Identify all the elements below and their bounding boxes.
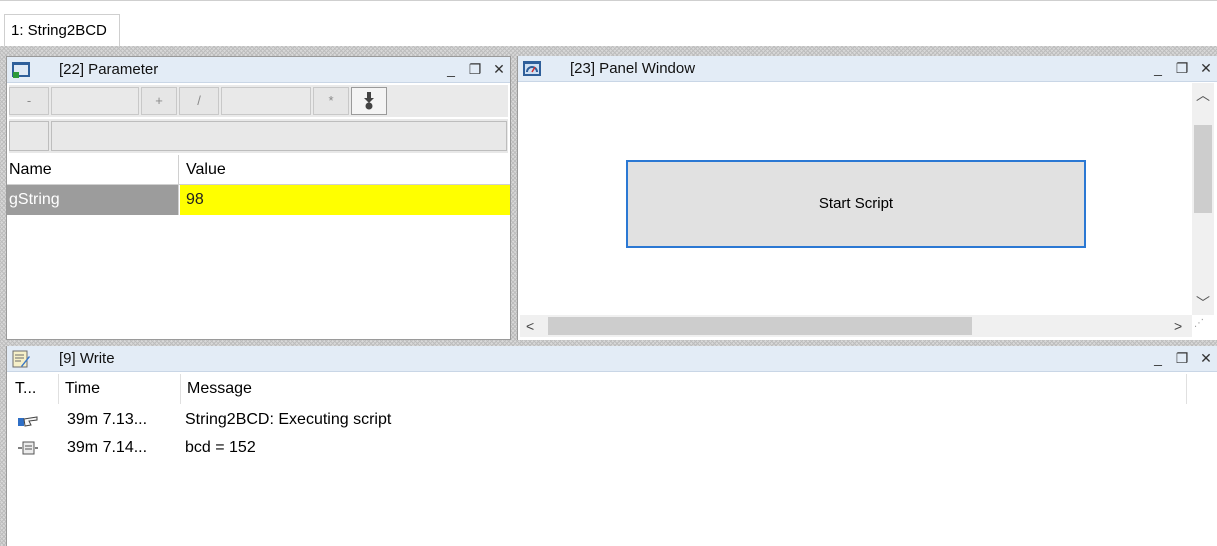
multiply-button[interactable]: * bbox=[313, 87, 349, 115]
parameter-toolbar: - + / * bbox=[9, 85, 508, 117]
start-script-button[interactable]: Start Script bbox=[626, 160, 1086, 248]
minimize-icon[interactable]: _ bbox=[444, 60, 458, 78]
document-tab-strip: 1: String2BCD bbox=[0, 0, 1217, 47]
scroll-up-icon[interactable]: ︿ bbox=[1192, 85, 1214, 105]
document-tab-string2bcd[interactable]: 1: String2BCD bbox=[4, 14, 120, 47]
name-column-header[interactable]: Name bbox=[7, 155, 179, 185]
decrement-button[interactable]: - bbox=[9, 87, 49, 115]
parameter-row[interactable]: gString 98 bbox=[7, 185, 510, 215]
download-value-button[interactable] bbox=[351, 87, 387, 115]
value-edit-field[interactable] bbox=[51, 121, 507, 151]
log-row[interactable]: 39m 7.14... bcd = 152 bbox=[9, 434, 1189, 462]
horizontal-scrollbar[interactable]: < > bbox=[520, 315, 1192, 337]
workspace: [22] Parameter _ ❐ ✕ - + / * Name Value … bbox=[0, 46, 1217, 546]
log-time: 39m 7.14... bbox=[67, 439, 148, 456]
toolbar-field-1[interactable] bbox=[51, 87, 139, 115]
log-output-icon bbox=[18, 441, 38, 455]
parameter-titlebar[interactable]: [22] Parameter _ ❐ ✕ bbox=[7, 57, 510, 83]
parameter-name-cell[interactable]: gString bbox=[7, 185, 179, 215]
scroll-right-icon[interactable]: > bbox=[1174, 315, 1182, 337]
close-icon[interactable]: ✕ bbox=[1199, 349, 1213, 367]
increment-button[interactable]: + bbox=[141, 87, 177, 115]
scroll-down-icon[interactable]: ﹀ bbox=[1192, 293, 1214, 313]
parameter-value-cell[interactable]: 98 bbox=[180, 185, 510, 215]
parameter-window: [22] Parameter _ ❐ ✕ - + / * Name Value … bbox=[6, 56, 511, 340]
close-icon[interactable]: ✕ bbox=[492, 60, 506, 78]
log-time: 39m 7.13... bbox=[67, 411, 148, 428]
vertical-scroll-thumb[interactable] bbox=[1194, 125, 1212, 213]
log-row[interactable]: 39m 7.13... String2BCD: Executing script bbox=[9, 406, 1189, 434]
edit-prefix-field[interactable] bbox=[9, 121, 49, 151]
panel-window-icon bbox=[523, 61, 541, 76]
panel-window-titlebar[interactable]: [23] Panel Window _ ❐ ✕ bbox=[518, 56, 1217, 82]
download-arrow-icon bbox=[364, 92, 374, 110]
write-titlebar[interactable]: [9] Write _ ❐ ✕ bbox=[7, 346, 1217, 372]
pointing-hand-icon bbox=[18, 416, 38, 427]
time-column-header[interactable]: Time bbox=[59, 374, 181, 404]
parameter-window-icon bbox=[12, 62, 30, 78]
message-column-header[interactable]: Message bbox=[181, 374, 1187, 404]
scroll-left-icon[interactable]: < bbox=[526, 315, 534, 337]
write-list-header: T... Time Message bbox=[9, 374, 1189, 404]
panel-window-title: [23] Panel Window bbox=[570, 60, 696, 77]
divide-button[interactable]: / bbox=[179, 87, 219, 115]
restore-icon[interactable]: ❐ bbox=[1175, 59, 1189, 77]
write-window-icon bbox=[12, 350, 30, 368]
restore-icon[interactable]: ❐ bbox=[1175, 349, 1189, 367]
log-message: bcd = 152 bbox=[185, 439, 256, 456]
toolbar-field-2[interactable] bbox=[221, 87, 311, 115]
minimize-icon[interactable]: _ bbox=[1151, 349, 1165, 367]
horizontal-scroll-thumb[interactable] bbox=[548, 317, 972, 335]
resize-grip-icon[interactable]: ⋰ bbox=[1194, 318, 1204, 329]
type-column-header[interactable]: T... bbox=[9, 374, 59, 404]
panel-window: [23] Panel Window _ ❐ ✕ Start Script ︿ ﹀… bbox=[517, 56, 1217, 340]
close-icon[interactable]: ✕ bbox=[1199, 59, 1213, 77]
value-column-header[interactable]: Value bbox=[180, 155, 510, 185]
parameter-edit-row bbox=[9, 119, 508, 153]
write-title: [9] Write bbox=[59, 350, 115, 367]
parameter-grid-header: Name Value bbox=[7, 155, 510, 185]
log-message: String2BCD: Executing script bbox=[185, 411, 392, 428]
restore-icon[interactable]: ❐ bbox=[468, 60, 482, 78]
parameter-title: [22] Parameter bbox=[59, 61, 159, 78]
minimize-icon[interactable]: _ bbox=[1151, 59, 1165, 77]
vertical-scrollbar[interactable]: ︿ ﹀ bbox=[1192, 83, 1214, 315]
parameter-grid: Name Value gString 98 bbox=[7, 155, 510, 215]
write-window: [9] Write _ ❐ ✕ T... Time Message 39m 7.… bbox=[6, 346, 1217, 546]
